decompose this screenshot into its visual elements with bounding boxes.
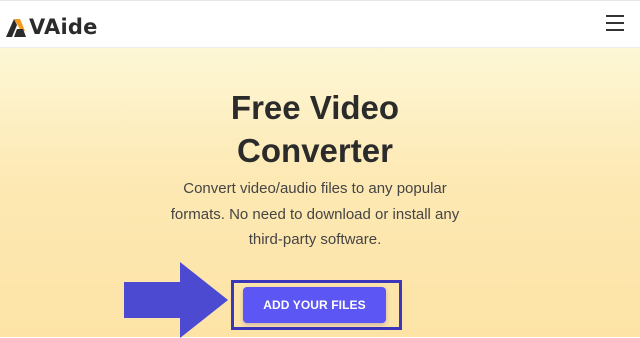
page-title: Free Video Converter (0, 86, 630, 172)
description-line-3: third-party software. (248, 231, 382, 248)
title-line-2: Converter (237, 132, 393, 169)
logo-text: VAide (29, 15, 98, 39)
right-arrow-icon (124, 262, 228, 338)
description-line-2: formats. No need to download or install … (170, 205, 460, 223)
description-line-1: Convert video/audio files to any popular (183, 180, 447, 197)
hero-description: Convert video/audio files to any popular… (160, 176, 470, 253)
title-line-1: Free Video (230, 89, 400, 126)
add-your-files-button[interactable]: ADD YOUR FILES (243, 287, 386, 323)
site-logo[interactable]: VAide (6, 15, 98, 39)
hamburger-menu-icon[interactable] (606, 15, 624, 31)
vaide-logo-icon (6, 19, 26, 37)
top-navigation-bar: VAide (0, 0, 640, 48)
